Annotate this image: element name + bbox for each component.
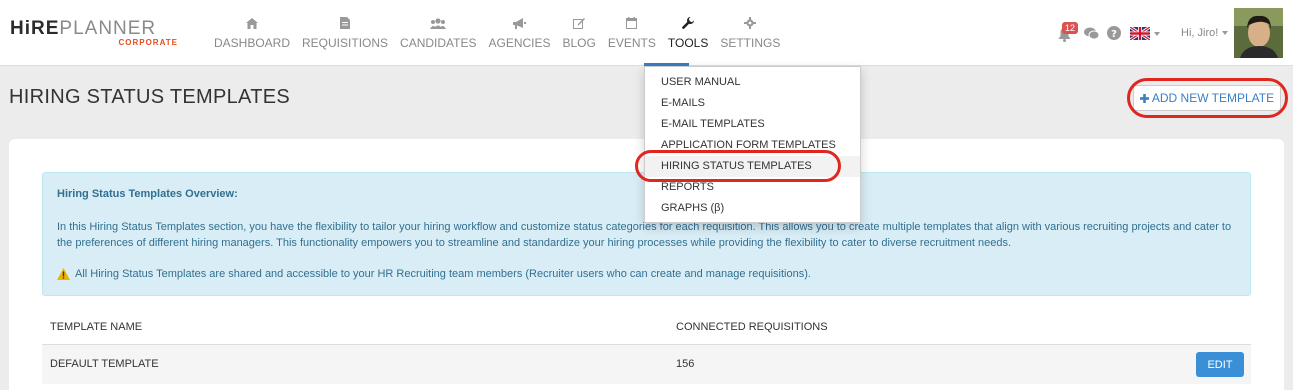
logo-planner-text: PLANNER — [59, 18, 157, 39]
help-icon: ? — [1107, 26, 1121, 40]
menu-item-reports[interactable]: REPORTS — [645, 177, 860, 198]
main-nav: DASHBOARD REQUISITIONS CANDIDATES AGENCI… — [208, 0, 786, 66]
menu-item-emails[interactable]: E-MAILS — [645, 93, 860, 114]
plus-icon — [1139, 93, 1149, 103]
menu-item-application-form-templates[interactable]: APPLICATION FORM TEMPLATES — [645, 135, 860, 156]
info-warning-text: All Hiring Status Templates are shared a… — [75, 268, 811, 280]
nav-tools-label: TOOLS — [667, 36, 709, 50]
user-greeting: Hi, Jiro! — [1181, 27, 1219, 39]
nav-requisitions[interactable]: REQUISITIONS — [296, 0, 394, 66]
connected-requisitions-cell: 156 — [676, 358, 695, 370]
add-new-template-label: ADD NEW TEMPLATE — [1151, 91, 1275, 105]
nav-blog[interactable]: BLOG — [557, 0, 602, 66]
messages-button[interactable] — [1084, 27, 1100, 45]
avatar[interactable] — [1234, 8, 1283, 58]
help-button[interactable]: ? — [1107, 26, 1121, 45]
user-menu[interactable]: Hi, Jiro! — [1181, 27, 1229, 39]
nav-events-label: EVENTS — [607, 36, 656, 50]
wrench-icon — [682, 15, 695, 31]
add-new-template-button[interactable]: ADD NEW TEMPLATE — [1133, 85, 1281, 111]
uk-flag-icon — [1130, 27, 1150, 40]
menu-item-hiring-status-templates[interactable]: HIRING STATUS TEMPLATES — [645, 156, 860, 177]
menu-item-user-manual[interactable]: USER MANUAL — [645, 72, 860, 93]
users-icon — [430, 15, 447, 31]
chat-icon — [1084, 27, 1100, 40]
edit-button[interactable]: EDIT — [1196, 352, 1244, 377]
language-dropdown[interactable] — [1130, 27, 1160, 40]
nav-settings-label: SETTINGS — [720, 36, 781, 50]
nav-dashboard[interactable]: DASHBOARD — [208, 0, 296, 66]
nav-agencies-label: AGENCIES — [488, 36, 551, 50]
nav-events[interactable]: EVENTS — [602, 0, 662, 66]
nav-blog-label: BLOG — [562, 36, 596, 50]
top-navbar: HiREPLANNER CORPORATE DASHBOARD REQUISIT… — [0, 0, 1293, 66]
hireplanner-logo[interactable]: HiREPLANNER CORPORATE — [10, 18, 180, 50]
info-paragraph: In this Hiring Status Templates section,… — [57, 221, 1232, 249]
notifications-button[interactable]: 12 — [1058, 22, 1079, 44]
table-header: TEMPLATE NAME CONNECTED REQUISITIONS — [42, 319, 1251, 343]
logo-hire-text: HiRE — [10, 18, 60, 39]
template-name-cell: DEFAULT TEMPLATE — [50, 358, 159, 370]
gear-icon — [744, 15, 757, 31]
calendar-icon — [626, 15, 638, 31]
tools-dropdown-menu: USER MANUAL E-MAILS E-MAIL TEMPLATES APP… — [644, 66, 861, 223]
table-row: DEFAULT TEMPLATE 156 EDIT — [42, 344, 1251, 384]
caret-down-icon — [1222, 31, 1229, 35]
notification-badge: 12 — [1062, 22, 1079, 34]
nav-agencies[interactable]: AGENCIES — [482, 0, 556, 66]
menu-item-email-templates[interactable]: E-MAIL TEMPLATES — [645, 114, 860, 135]
edit-icon — [573, 15, 586, 31]
nav-tools[interactable]: TOOLS — [662, 0, 714, 66]
page-title: HIRING STATUS TEMPLATES — [9, 86, 291, 108]
nav-candidates-label: CANDIDATES — [400, 36, 477, 50]
megaphone-icon — [512, 15, 526, 31]
nav-candidates[interactable]: CANDIDATES — [394, 0, 482, 66]
menu-item-graphs[interactable]: GRAPHS (β) — [645, 198, 860, 219]
warning-icon — [57, 268, 70, 280]
file-icon — [340, 15, 351, 31]
nav-settings[interactable]: SETTINGS — [714, 0, 786, 66]
info-warning: All Hiring Status Templates are shared a… — [57, 266, 811, 282]
nav-dashboard-label: DASHBOARD — [214, 36, 291, 50]
caret-down-icon — [1154, 31, 1160, 36]
info-title: Hiring Status Templates Overview: — [57, 188, 238, 200]
logo-subtitle: CORPORATE — [118, 38, 178, 47]
column-header-template-name: TEMPLATE NAME — [50, 321, 143, 333]
svg-text:?: ? — [1111, 29, 1117, 40]
home-icon — [246, 15, 258, 31]
column-header-connected-requisitions: CONNECTED REQUISITIONS — [676, 321, 828, 333]
nav-requisitions-label: REQUISITIONS — [302, 36, 389, 50]
